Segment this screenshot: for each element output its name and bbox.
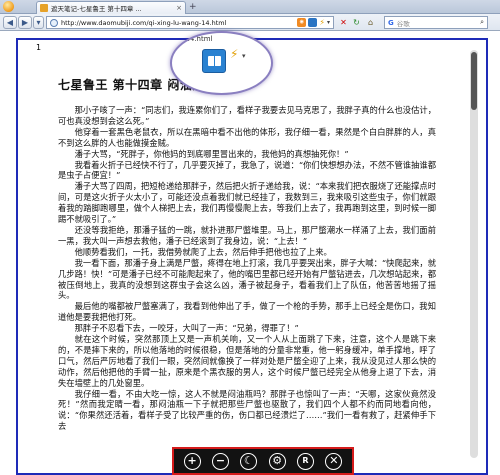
article-content: 七星鲁王 第十四章 闷油瓶 那小子咳了一声：“同志们，我连累你们了，看样子我要去… [58,76,436,432]
paragraph: 最后他的嘴都被尸蟞塞满了，我看到他伸出了手，做了一个枪的手势，那手上已经全是伤口… [58,301,436,323]
tab-close-icon[interactable]: × [176,4,182,12]
forward-button[interactable]: ▶ [18,16,32,29]
scrollbar[interactable] [470,50,478,458]
paragraph: 我仔细一看，不由大吃一惊，这人不就是闷油瓶吗？那胖子也惊叫了一声：“天哪，这家伙… [58,388,436,432]
paragraph: 我看着火折子已经快不行了，几乎要灭掉了，我急了，说道：“你们快想想办法，不然不管… [58,159,436,181]
search-input[interactable]: 谷歌 [397,18,480,28]
font-button[interactable]: R [296,452,314,470]
night-mode-button[interactable]: ☾ [240,452,258,470]
paragraph: 我一看下面，那潘子身上满是尸蟞，疼得在地上打滚，我几乎要哭出来，胖子大喊：“快爬… [58,257,436,301]
reader-mode-icon[interactable] [308,18,318,27]
tab-active[interactable]: 遮天笔记-七星鲁王 第十四章 ... × [36,1,186,14]
dropdown-icon-magnified: ▾ [242,52,246,60]
home-icon[interactable]: ⌂ [365,17,376,28]
paragraph: 他穿着一套黑色老鼠衣，所以在黑暗中看不出他的体形，我仔细一看，果然是个白白胖胖的… [58,126,436,148]
browser-menu-icon[interactable] [3,1,14,12]
reader-toolbar: + − ☾ ⚙ R ✕ [172,447,354,475]
search-engine-icon[interactable]: G [388,19,394,27]
search-icon[interactable]: ⌕ [480,18,484,27]
tab-bar: 遮天笔记-七星鲁王 第十四章 ... × + [0,0,500,14]
settings-button[interactable]: ⚙ [268,452,286,470]
magnifier-lens: ng-14.html ⚡ ▾ [170,31,273,95]
zoom-in-button[interactable]: + [183,452,201,470]
paragraph: 那小子咳了一声：“同志们，我连累你们了，看样子我要去见马克思了，我胖子真的什么也… [58,105,436,126]
address-bar[interactable]: http://www.daomubiji.com/qi-xing-lu-wang… [46,16,334,29]
flash-icon[interactable]: ⚡ [319,18,325,27]
reader-mode-icon-magnified[interactable] [202,49,226,73]
url-text[interactable]: http://www.daomubiji.com/qi-xing-lu-wang… [61,19,295,27]
stop-icon[interactable]: ✕ [338,17,349,28]
globe-icon [50,18,58,27]
favicon-icon [40,4,48,12]
history-dropdown-button[interactable]: ▾ [33,16,44,29]
paragraph: 潘子大骂，“死胖子，你他妈的到底哪里冒出来的，我他妈的真想抽死你！” [74,148,349,159]
paragraph: 他顺势看我们，一托，我借势就爬了上去，然后伸手把他也拉了上来。 [74,246,332,257]
address-toolbar: ◀ ▶ ▾ http://www.daomubiji.com/qi-xing-l… [0,14,500,31]
paragraph: 潘子大骂了四周，把短枪递给那胖子，然后把火折子递给我，说：“本来我们把衣服烧了还… [58,181,436,225]
zoom-out-button[interactable]: − [211,452,229,470]
paragraph: 还没等我拒绝，那潘子猛的一跳，就扑进那尸蟞堆里。马上，那尸蟞潮水一样涌了上去，我… [58,224,436,246]
tab-title: 遮天笔记-七星鲁王 第十四章 ... [51,5,142,13]
lens-url-fragment: ng-14.html [174,35,213,43]
scrollbar-thumb[interactable] [471,52,477,110]
back-button[interactable]: ◀ [3,16,17,29]
rss-icon[interactable]: ◉ [297,18,307,27]
search-box[interactable]: G 谷歌 ⌕ [384,16,488,29]
new-tab-button[interactable]: + [189,3,197,12]
close-reader-button[interactable]: ✕ [325,452,343,470]
refresh-icon[interactable]: ↻ [351,17,362,28]
paragraph: 那胖子不忍看下去，一咬牙，大叫了一声：“兄弟，得罪了！” [74,323,299,334]
url-dropdown-icon[interactable]: ▾ [327,19,330,26]
paragraph: 就在这个时候，突然那顶上又是一声机关响，又一个人从上面跳了下来，注意，这个人是跳… [58,334,436,388]
page-number: 1 [36,43,42,52]
flash-icon-magnified: ⚡ [230,47,239,61]
reader-viewport: 1 七星鲁王 第十四章 闷油瓶 那小子咳了一声：“同志们，我连累你们了，看样子我… [16,38,488,475]
